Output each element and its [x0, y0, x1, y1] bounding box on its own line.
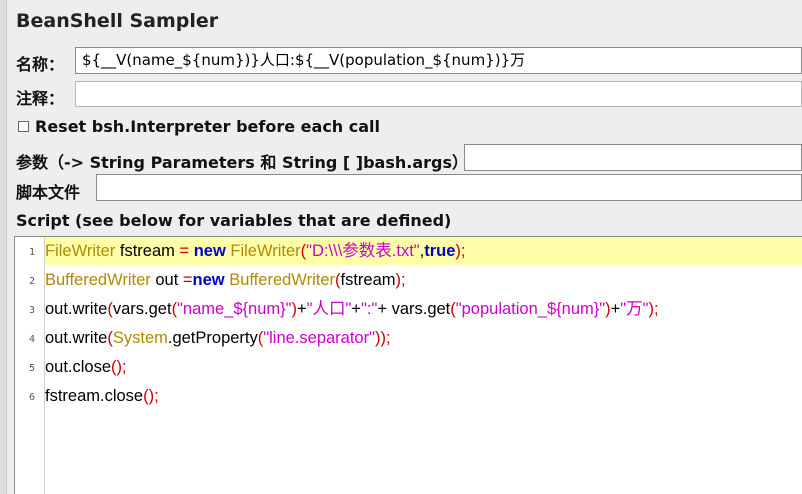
code-token: new — [193, 242, 226, 260]
parameters-input[interactable] — [464, 144, 802, 171]
comment-label: 注释： — [16, 89, 65, 108]
code-token: BufferedWriter — [229, 271, 335, 289]
code-line[interactable]: out.write(vars.get("name_${num}")+"人口"+"… — [45, 295, 659, 323]
script-editor[interactable]: 1 2 3 4 5 6 FileWriter fstream = new Fil… — [14, 236, 802, 494]
code-token: fstream — [340, 271, 396, 289]
code-token: "万" — [620, 300, 649, 318]
code-token: (); — [111, 358, 127, 376]
code-token: fstream — [115, 242, 180, 260]
line-number: 3 — [28, 305, 35, 316]
line-number: 2 — [28, 276, 35, 287]
code-token: new — [192, 271, 225, 289]
code-token: ); — [648, 300, 659, 318]
code-token: vars.get — [112, 300, 172, 318]
left-panel-border — [0, 0, 7, 494]
code-line[interactable]: out.write(System.getProperty("line.separ… — [45, 324, 391, 352]
code-token: ":" — [361, 300, 378, 318]
code-line[interactable]: out.close(); — [45, 353, 127, 381]
code-token: BufferedWriter — [45, 271, 151, 289]
name-label: 名称： — [16, 55, 65, 74]
reset-interpreter-label[interactable]: Reset bsh.Interpreter before each call — [35, 117, 380, 136]
code-token: + — [610, 300, 621, 318]
code-line[interactable]: fstream.close(); — [45, 382, 159, 410]
code-token: (); — [143, 387, 159, 405]
code-token: out.write — [45, 329, 108, 347]
code-token: "population_${num}" — [455, 300, 606, 318]
code-token: "name_${num}" — [177, 300, 292, 318]
code-token: "人口" — [306, 300, 352, 318]
code-token: out.write — [45, 300, 108, 318]
parameters-label: 参数（-> String Parameters 和 String [ ]bash… — [16, 153, 469, 172]
code-token: out.close — [45, 358, 112, 376]
line-number: 6 — [28, 392, 35, 403]
code-token: + vars.get — [377, 300, 451, 318]
code-token: + — [351, 300, 362, 318]
line-number-gutter: 1 2 3 4 5 6 — [15, 237, 45, 494]
script-file-label: 脚本文件 — [16, 183, 81, 202]
code-token: )); — [374, 329, 391, 347]
name-input[interactable]: ${__V(name_${num})}人口:${__V(population_$… — [75, 47, 802, 74]
code-token: "D:\\\参数表.txt" — [306, 242, 420, 260]
code-token: FileWriter — [45, 242, 116, 260]
code-token: = — [179, 242, 190, 260]
code-token: FileWriter — [230, 242, 301, 260]
code-line[interactable]: FileWriter fstream = new FileWriter("D:\… — [45, 237, 802, 265]
code-token: ); — [455, 242, 466, 260]
line-number: 1 — [28, 247, 35, 258]
script-section-label: Script (see below for variables that are… — [16, 211, 452, 230]
code-line[interactable]: BufferedWriter out =new BufferedWriter(f… — [45, 266, 406, 294]
code-token: fstream.close — [45, 387, 144, 405]
code-token: + — [297, 300, 307, 318]
code-token: true — [424, 242, 456, 260]
line-number: 4 — [28, 334, 35, 345]
line-number: 5 — [28, 363, 35, 374]
code-token: = — [182, 271, 193, 289]
comment-input[interactable] — [75, 81, 802, 107]
code-token: ); — [395, 271, 406, 289]
code-token: out — [150, 271, 183, 289]
panel-title: BeanShell Sampler — [16, 10, 219, 32]
code-token: System — [112, 329, 168, 347]
reset-interpreter-checkbox[interactable] — [18, 121, 29, 132]
code-token: .getProperty — [167, 329, 258, 347]
script-file-input[interactable] — [96, 174, 802, 201]
code-token: "line.separator" — [263, 329, 375, 347]
